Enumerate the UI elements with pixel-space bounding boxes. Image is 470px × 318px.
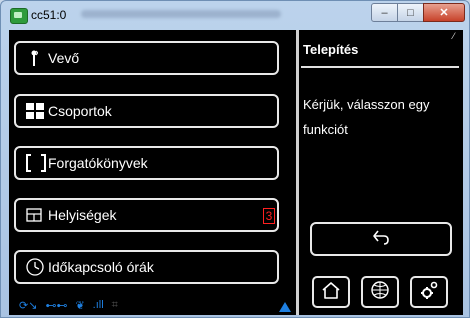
- app-icon: [10, 8, 28, 24]
- gears-icon: [418, 279, 440, 306]
- client-area: Vevő Csoportok Forgatókönyvek Helyiségek…: [9, 30, 463, 315]
- groups-icon: [24, 101, 48, 121]
- menu-button-csoportok[interactable]: Csoportok: [14, 94, 279, 128]
- notification-badge: 3: [263, 208, 275, 224]
- close-button[interactable]: ✕: [423, 3, 465, 22]
- menu-button-forgatokonyvek[interactable]: Forgatókönyvek: [14, 146, 279, 180]
- maximize-button[interactable]: □: [397, 3, 424, 22]
- home-button[interactable]: [312, 276, 350, 308]
- menu-label-vevo: Vevő: [48, 50, 80, 66]
- globe-icon: [369, 279, 391, 306]
- network-nodes-icon: ⌗: [111, 298, 118, 311]
- receiver-icon: [24, 48, 48, 68]
- clock-icon: [24, 257, 48, 277]
- menu-label-idokapcsolo: Időkapcsoló órák: [48, 259, 154, 275]
- signal-strength-icon: .ıll: [92, 299, 104, 311]
- panel-title-underline: [301, 66, 459, 68]
- app-window: cc51:0 – □ ✕ Vevő Csoportok Forgatókönyv…: [0, 0, 470, 318]
- link-icon: ⊷⊷: [45, 299, 68, 312]
- menu-label-csoportok: Csoportok: [48, 103, 112, 119]
- panel-divider: [296, 30, 299, 315]
- menu-button-idokapcsolo[interactable]: Időkapcsoló órák: [14, 250, 279, 284]
- network-button[interactable]: [361, 276, 399, 308]
- status-bar: ⟳↘ ⊷⊷ ❦ .ıll ⌗: [19, 298, 118, 312]
- settings-button[interactable]: [410, 276, 448, 308]
- corner-resize-icon: ⁄: [453, 31, 455, 41]
- minimize-button[interactable]: –: [371, 3, 398, 22]
- menu-button-vevo[interactable]: Vevő: [14, 41, 279, 75]
- menu-button-helyisegek[interactable]: Helyiségek 3: [14, 198, 279, 232]
- menu-label-helyisegek: Helyiségek: [48, 207, 117, 223]
- blurred-title-text: [81, 10, 281, 18]
- back-button[interactable]: [310, 222, 452, 256]
- panel-message: Kérjük, válasszon egy funkciót: [303, 97, 430, 137]
- window-title: cc51:0: [31, 8, 67, 22]
- home-icon: [320, 280, 342, 305]
- back-arrow-icon: [371, 227, 391, 252]
- rooms-icon: [24, 205, 48, 225]
- wifi-icon: ❦: [75, 299, 85, 312]
- scroll-up-arrow-icon[interactable]: [279, 302, 291, 312]
- connection-icon: ⟳↘: [19, 299, 38, 312]
- panel-title: Telepítés: [303, 42, 359, 57]
- scenarios-icon: [24, 153, 48, 173]
- title-bar[interactable]: cc51:0 – □ ✕: [1, 1, 469, 29]
- menu-label-forgatokonyvek: Forgatókönyvek: [48, 155, 148, 171]
